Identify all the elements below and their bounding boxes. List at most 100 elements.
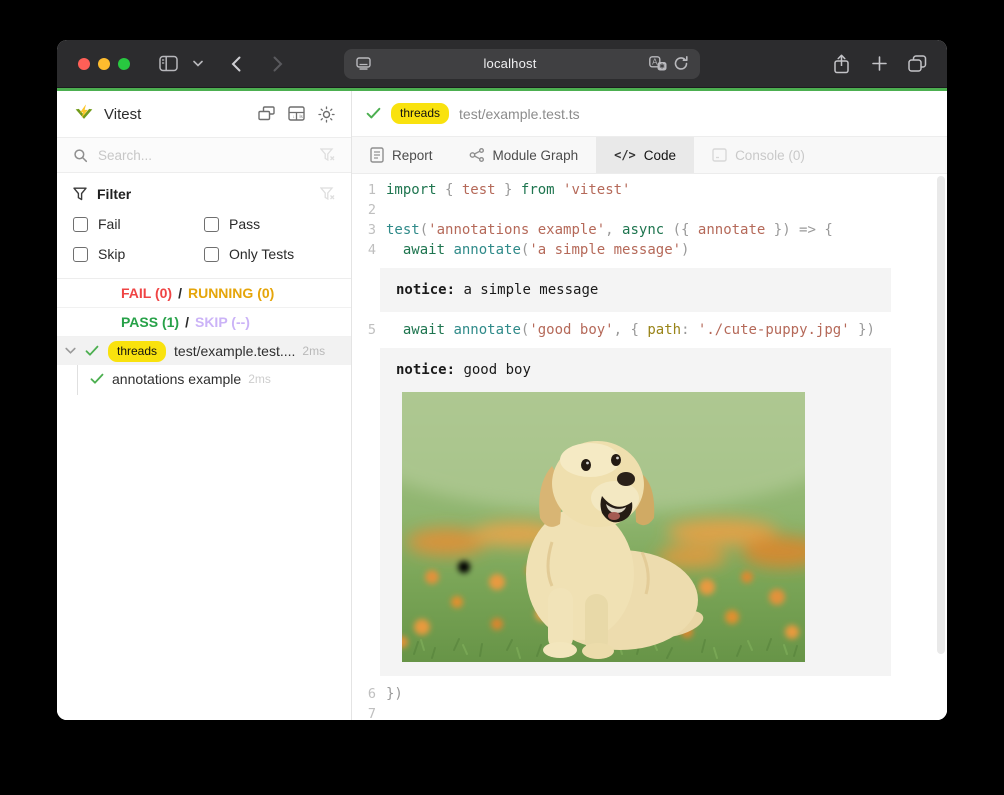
line-number: 4 [352, 240, 376, 260]
annotation-block: notice: good boy [380, 348, 891, 676]
chevron-down-icon[interactable] [188, 50, 208, 78]
theme-toggle-sun-icon[interactable] [318, 106, 335, 123]
sidebar-toggle-icon[interactable] [154, 50, 182, 78]
vertical-scrollbar[interactable] [937, 176, 945, 654]
annotation-message: good boy [455, 362, 531, 378]
code-text: await annotate('good boy', { path: './cu… [386, 320, 875, 340]
pool-badge: threads [108, 341, 166, 362]
reload-icon[interactable] [670, 53, 692, 75]
test-stats: FAIL (0) / RUNNING (0) PASS (1) / SKIP (… [57, 279, 351, 337]
fail-count[interactable]: FAIL (0) [121, 285, 172, 301]
line-number: 1 [352, 180, 376, 200]
file-header: threads test/example.test.ts [352, 91, 947, 137]
pool-badge: threads [391, 103, 449, 124]
search-input[interactable] [98, 148, 310, 163]
pass-check-icon [90, 373, 104, 385]
filter-option-fail[interactable]: Fail [73, 216, 204, 232]
clear-search-filter-icon [320, 148, 335, 162]
annotation-type-label: notice: [396, 362, 455, 378]
zoom-window-button[interactable] [118, 58, 130, 70]
code-line: 5 await annotate('good boy', { path: './… [352, 320, 947, 340]
checkbox-fail[interactable] [73, 217, 88, 232]
tab-report[interactable]: Report [352, 137, 451, 173]
test-file-duration: 2ms [302, 344, 325, 358]
running-count[interactable]: RUNNING (0) [188, 285, 274, 301]
code-text: test('annotations example', async ({ ann… [386, 220, 833, 240]
stats-row-pass-skip[interactable]: PASS (1) / SKIP (--) [57, 308, 351, 337]
code-text: await annotate('a simple message') [386, 240, 689, 260]
svg-text:A: A [652, 58, 658, 67]
filter-section: Filter Fail Pass [57, 173, 351, 279]
clear-filters-icon [320, 187, 335, 201]
line-number: 2 [352, 200, 376, 220]
minimize-window-button[interactable] [98, 58, 110, 70]
annotation-type-label: notice: [396, 282, 455, 298]
stats-row-fail-running[interactable]: FAIL (0) / RUNNING (0) [57, 279, 351, 308]
code-line: 7 [352, 704, 947, 720]
test-tree: threads test/example.test.... 2ms annota… [57, 337, 351, 720]
filter-option-only-tests[interactable]: Only Tests [204, 246, 335, 262]
checkbox-skip[interactable] [73, 247, 88, 262]
browser-toolbar: localhost A✱ [57, 40, 947, 88]
file-path: test/example.test.ts [459, 106, 580, 122]
test-file-row[interactable]: threads test/example.test.... 2ms [57, 337, 351, 365]
pass-check-icon [366, 107, 381, 120]
checkbox-pass[interactable] [204, 217, 219, 232]
page-format-icon[interactable] [352, 53, 374, 75]
line-number: 5 [352, 320, 376, 340]
checkbox-only-tests[interactable] [204, 247, 219, 262]
code-line: 3 test('annotations example', async ({ an… [352, 220, 947, 240]
code-line: 6}) [352, 684, 947, 704]
app-title: Vitest [104, 106, 141, 123]
code-line: 4 await annotate('a simple message') [352, 240, 947, 260]
annotation-block: notice: a simple message [380, 268, 891, 312]
tree-indent-guide [77, 365, 78, 395]
svg-text:✱: ✱ [659, 62, 665, 70]
svg-text:ls: ls [300, 114, 304, 119]
filter-option-skip[interactable]: Skip [73, 246, 204, 262]
code-line: 2 [352, 200, 947, 220]
dashboard-layout-icon[interactable]: ↓ ls [288, 106, 305, 123]
line-number: 3 [352, 220, 376, 240]
code-viewer[interactable]: 1 import { test } from 'vitest' 23 test('an… [352, 174, 947, 720]
address-bar[interactable]: localhost A✱ [344, 49, 700, 79]
new-tab-icon[interactable] [865, 50, 893, 78]
view-tabs: Report Module Graph </> Code Console (0) [352, 137, 947, 174]
code-text: import { test } from 'vitest' [386, 180, 630, 200]
browser-window: localhost A✱ [57, 40, 947, 720]
tab-console: Console (0) [694, 137, 823, 173]
expand-chevron-icon[interactable] [65, 347, 76, 355]
tab-overview-icon[interactable] [903, 50, 931, 78]
tab-code[interactable]: </> Code [596, 137, 694, 173]
collapse-panels-icon[interactable] [258, 106, 275, 123]
url-text: localhost [374, 56, 646, 71]
filter-label: Filter [97, 186, 131, 202]
puppy-image [402, 392, 805, 662]
share-icon[interactable] [827, 50, 855, 78]
funnel-icon [73, 187, 87, 201]
code-text: }) [386, 684, 403, 704]
tab-module-graph[interactable]: Module Graph [451, 137, 597, 173]
vitest-sidebar: Vitest ↓ ls [57, 91, 352, 720]
svg-text:↓: ↓ [293, 114, 295, 119]
code-icon: </> [614, 148, 636, 162]
back-button[interactable] [222, 50, 250, 78]
annotation-message: a simple message [455, 282, 598, 298]
close-window-button[interactable] [78, 58, 90, 70]
skip-count[interactable]: SKIP (--) [195, 314, 250, 330]
line-number: 6 [352, 684, 376, 704]
search-icon [73, 148, 88, 163]
filter-option-pass[interactable]: Pass [204, 216, 335, 232]
test-case-duration: 2ms [248, 372, 271, 386]
test-case-row[interactable]: annotations example 2ms [57, 365, 351, 393]
translate-icon[interactable]: A✱ [646, 53, 670, 75]
test-case-name: annotations example [112, 371, 241, 387]
pass-count[interactable]: PASS (1) [121, 314, 179, 330]
test-file-name: test/example.test.... [174, 343, 295, 359]
code-line: 1 import { test } from 'vitest' [352, 180, 947, 200]
main-panel: threads test/example.test.ts Report Modu… [352, 91, 947, 720]
line-number: 7 [352, 704, 376, 720]
forward-button [264, 50, 292, 78]
traffic-lights [78, 58, 130, 70]
vitest-logo [73, 104, 95, 125]
